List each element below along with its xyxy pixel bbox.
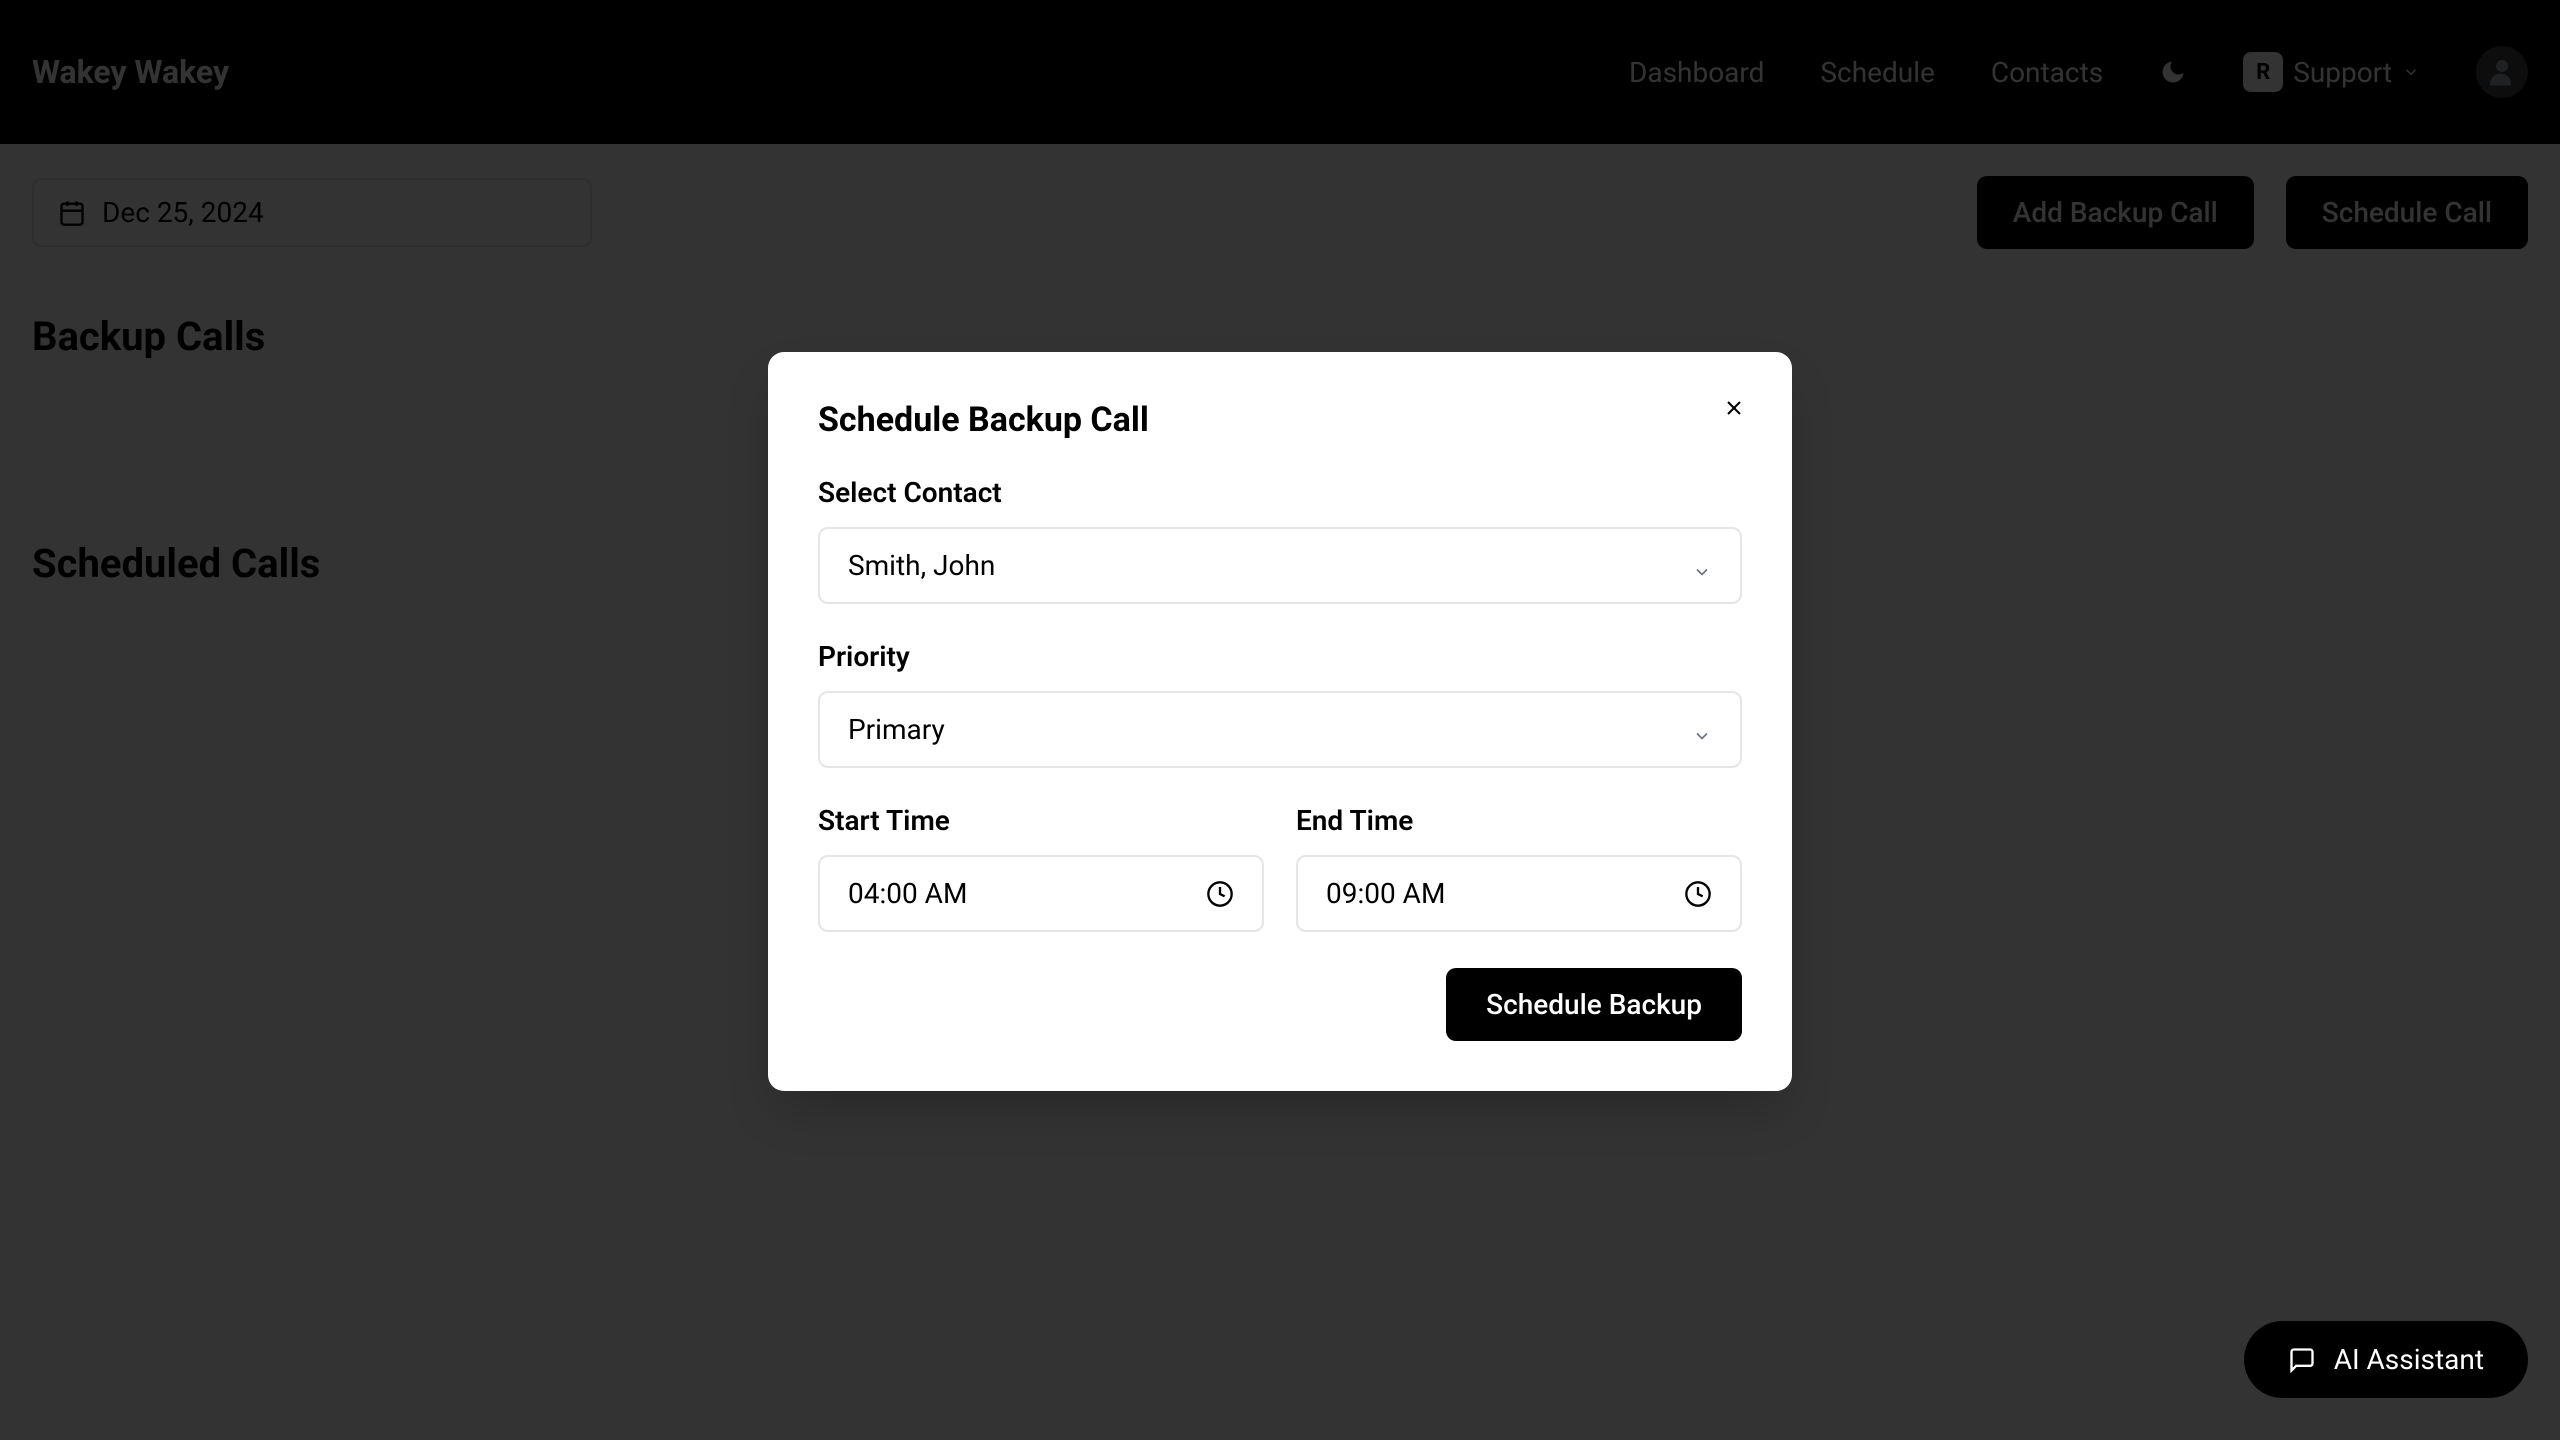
ai-assistant-label: AI Assistant xyxy=(2334,1343,2484,1376)
end-time-value: 09:00 AM xyxy=(1326,877,1445,910)
priority-select[interactable]: Primary xyxy=(818,691,1742,768)
schedule-backup-button[interactable]: Schedule Backup xyxy=(1446,968,1742,1041)
time-row: Start Time 04:00 AM End Time 09:00 AM xyxy=(818,804,1742,932)
modal-overlay[interactable]: Schedule Backup Call Select Contact Smit… xyxy=(0,0,2560,1440)
modal-title: Schedule Backup Call xyxy=(818,400,1742,440)
priority-label: Priority xyxy=(818,640,1742,673)
end-time-input[interactable]: 09:00 AM xyxy=(1296,855,1742,932)
close-icon xyxy=(1722,396,1746,424)
priority-group: Priority Primary xyxy=(818,640,1742,768)
contact-select[interactable]: Smith, John xyxy=(818,527,1742,604)
chevron-down-icon xyxy=(1692,556,1712,576)
contact-group: Select Contact Smith, John xyxy=(818,476,1742,604)
start-time-input[interactable]: 04:00 AM xyxy=(818,855,1264,932)
chat-icon xyxy=(2288,1346,2316,1374)
start-time-group: Start Time 04:00 AM xyxy=(818,804,1264,932)
clock-icon xyxy=(1206,880,1234,908)
end-time-group: End Time 09:00 AM xyxy=(1296,804,1742,932)
start-time-label: Start Time xyxy=(818,804,1264,837)
modal-footer: Schedule Backup xyxy=(818,968,1742,1041)
contact-label: Select Contact xyxy=(818,476,1742,509)
chevron-down-icon xyxy=(1692,720,1712,740)
contact-value: Smith, John xyxy=(848,549,995,582)
close-button[interactable] xyxy=(1720,396,1748,424)
schedule-backup-modal: Schedule Backup Call Select Contact Smit… xyxy=(768,352,1792,1091)
priority-value: Primary xyxy=(848,713,945,746)
clock-icon xyxy=(1684,880,1712,908)
ai-assistant-button[interactable]: AI Assistant xyxy=(2244,1321,2528,1398)
end-time-label: End Time xyxy=(1296,804,1742,837)
start-time-value: 04:00 AM xyxy=(848,877,967,910)
